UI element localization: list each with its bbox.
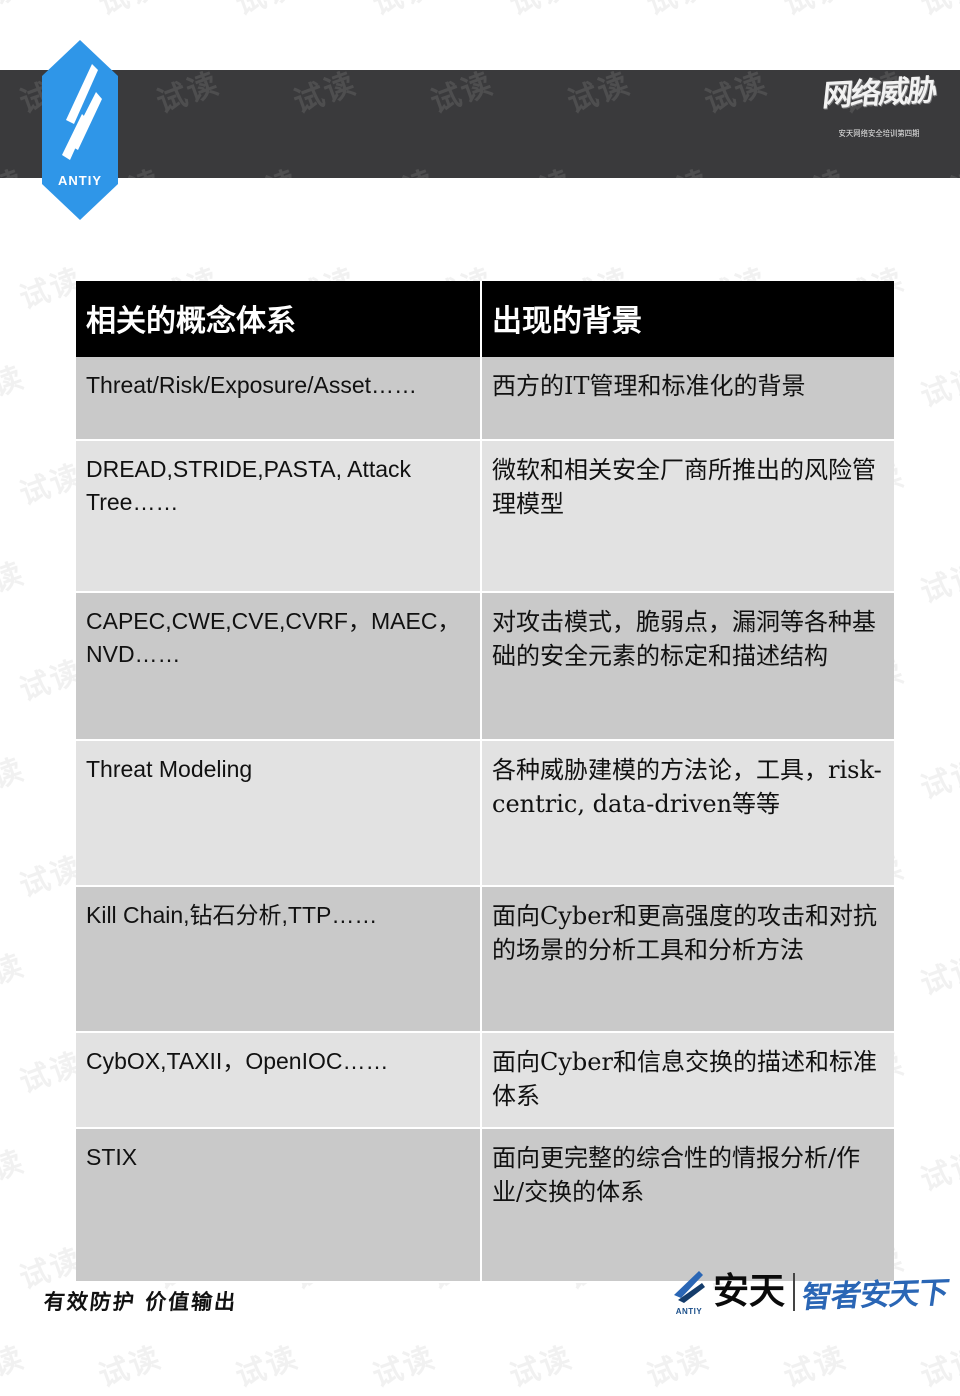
cell-background: 面向更完整的综合性的情报分析/作业/交换的体系 [480, 1129, 894, 1284]
table-row: CybOX,TAXII，OpenIOC…… 面向Cyber和信息交换的描述和标准… [76, 1033, 894, 1130]
watermark-text: 试读 [0, 1339, 30, 1395]
watermark-text: 试读 [368, 1339, 441, 1395]
watermark-text: 试读 [91, 0, 166, 24]
table-row: CAPEC,CWE,CVE,CVRF，MAEC，NVD…… 对攻击模式，脆弱点，… [76, 593, 894, 741]
cell-concept: Threat Modeling [76, 741, 480, 887]
table-row: Threat Modeling 各种威胁建模的方法论，工具，risk-centr… [76, 741, 894, 887]
concept-system-table: 相关的概念体系 出现的背景 Threat/Risk/Exposure/Asset… [76, 281, 894, 1284]
watermark-text: 试读 [916, 947, 960, 1003]
table-row: DREAD,STRIDE,PASTA, Attack Tree…… 微软和相关安… [76, 441, 894, 593]
watermark-text: 试读 [916, 1143, 960, 1199]
watermark-text: 试读 [639, 0, 714, 24]
table-row: Threat/Risk/Exposure/Asset…… 西方的IT管理和标准化… [76, 357, 894, 441]
column-header-background: 出现的背景 [480, 281, 894, 357]
watermark-text: 试读 [0, 359, 30, 415]
watermark-text: 试读 [916, 555, 960, 611]
watermark-text: 试读 [642, 1339, 715, 1395]
watermark-text: 试读 [916, 359, 960, 415]
watermark-text: 试读 [0, 1143, 30, 1199]
cell-background: 面向Cyber和更高强度的攻击和对抗的场景的分析工具和分析方法 [480, 887, 894, 1033]
column-header-concept: 相关的概念体系 [76, 281, 480, 357]
footer-logo-wordmark: ANTIY [675, 1307, 703, 1316]
footer-antiy-logo: ANTIY 安天 智者安天下 [669, 1262, 951, 1322]
cell-concept: DREAD,STRIDE,PASTA, Attack Tree…… [76, 441, 480, 593]
watermark-text: 试读 [502, 0, 577, 24]
footer-logo-divider [793, 1273, 795, 1311]
table-row: STIX 面向更完整的综合性的情报分析/作业/交换的体系 [76, 1129, 894, 1284]
footer-tagline: 智者安天下 [799, 1275, 951, 1316]
watermark-text: 试读 [94, 1339, 167, 1395]
watermark-text: 试读 [228, 0, 303, 24]
antiy-logo-wordmark: ANTIY [58, 173, 102, 188]
course-title-calligraphy: 网络威胁 [820, 73, 938, 114]
table-body: Threat/Risk/Exposure/Asset…… 西方的IT管理和标准化… [76, 357, 894, 1284]
watermark-text: 试读 [0, 751, 30, 807]
cell-background: 各种威胁建模的方法论，工具，risk-centric, data-driven等… [480, 741, 894, 887]
watermark-text: 试读 [365, 0, 440, 24]
cell-concept: STIX [76, 1129, 480, 1284]
footer-feather-svg [673, 1271, 705, 1303]
antiy-logo: ANTIY [42, 40, 118, 220]
watermark-text: 试读 [916, 1339, 960, 1395]
watermark-text: 试读 [0, 555, 30, 611]
watermark-text: 试读 [505, 1339, 578, 1395]
watermark-text: 试读 [776, 0, 851, 24]
cell-concept: CAPEC,CWE,CVE,CVRF，MAEC，NVD…… [76, 593, 480, 741]
feather-icon [62, 64, 102, 160]
cell-concept: Kill Chain,钻石分析,TTP…… [76, 887, 480, 1033]
table-header-row: 相关的概念体系 出现的背景 [76, 281, 894, 357]
footer-feather-icon: ANTIY [669, 1268, 709, 1316]
footer-company-name: 安天 [712, 1271, 785, 1312]
cell-concept: Threat/Risk/Exposure/Asset…… [76, 357, 480, 441]
watermark-text: 试读 [231, 1339, 304, 1395]
watermark-text: 试读 [916, 751, 960, 807]
table-row: Kill Chain,钻石分析,TTP…… 面向Cyber和更高强度的攻击和对抗… [76, 887, 894, 1033]
watermark-text: 试读 [779, 1339, 852, 1395]
cell-concept: CybOX,TAXII，OpenIOC…… [76, 1033, 480, 1130]
cell-background: 微软和相关安全厂商所推出的风险管理模型 [480, 441, 894, 593]
cell-background: 西方的IT管理和标准化的背景 [480, 357, 894, 441]
footer-slogan: 有效防护 价值输出 [42, 1289, 239, 1314]
cell-background: 对攻击模式，脆弱点，漏洞等各种基础的安全元素的标定和描述结构 [480, 593, 894, 741]
course-title-block: 网络威胁 安天网络安全培训第四期 [816, 72, 942, 176]
cell-background: 面向Cyber和信息交换的描述和标准体系 [480, 1033, 894, 1130]
course-subtitle: 安天网络安全培训第四期 [838, 128, 920, 138]
watermark-text: 试读 [0, 0, 30, 24]
watermark-text: 试读 [913, 0, 960, 24]
watermark-text: 试读 [0, 947, 30, 1003]
